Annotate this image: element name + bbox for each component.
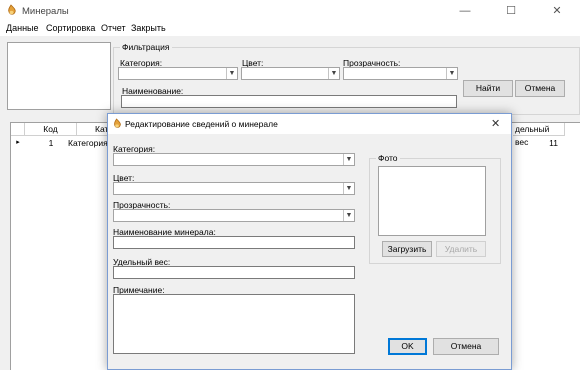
load-photo-button[interactable]: Загрузить: [382, 241, 432, 257]
window-title: Минералы: [22, 6, 69, 17]
maximize-button[interactable]: ☐: [488, 0, 534, 22]
chevron-down-icon: ▼: [226, 68, 237, 79]
dialog-ok-button[interactable]: OK: [388, 338, 427, 355]
grid-header-code[interactable]: Код: [25, 123, 77, 136]
filter-name-input[interactable]: [121, 95, 457, 108]
dialog-title-bar: Редактирование сведений о минерале ✕: [108, 114, 511, 134]
dialog-color-combo[interactable]: ▼: [113, 182, 355, 195]
close-button[interactable]: ✕: [534, 0, 580, 22]
menu-report[interactable]: Отчет: [101, 23, 126, 33]
dialog-app-icon: [114, 118, 121, 128]
dialog-photo-box: [378, 166, 486, 236]
find-button[interactable]: Найти: [463, 80, 513, 97]
dialog-specific-weight-input[interactable]: [113, 266, 355, 279]
delete-photo-button: Удалить: [436, 241, 486, 257]
dialog-mineral-name-input[interactable]: [113, 236, 355, 249]
filter-cancel-button[interactable]: Отмена: [515, 80, 565, 97]
app-icon: [8, 4, 16, 15]
filter-category-combo[interactable]: ▼: [118, 67, 238, 80]
edit-mineral-dialog: Редактирование сведений о минерале ✕ Кат…: [107, 113, 512, 370]
dialog-transparency-combo[interactable]: ▼: [113, 209, 355, 222]
filter-color-combo[interactable]: ▼: [241, 67, 340, 80]
dialog-title: Редактирование сведений о минерале: [125, 119, 278, 129]
chevron-down-icon: ▼: [446, 68, 457, 79]
dialog-cancel-button[interactable]: Отмена: [433, 338, 499, 355]
chevron-down-icon: ▼: [328, 68, 339, 79]
chevron-down-icon: ▼: [343, 154, 354, 165]
chevron-down-icon: ▼: [343, 210, 354, 221]
dialog-photo-group-title: Фото: [376, 153, 400, 163]
menu-bar: Данные Сортировка Отчет Закрыть: [0, 22, 580, 36]
menu-data[interactable]: Данные: [6, 23, 39, 33]
main-title-bar: Минералы — ☐ ✕: [0, 0, 580, 22]
menu-close[interactable]: Закрыть: [131, 23, 166, 33]
grid-header-weight[interactable]: дельный вес: [513, 123, 565, 147]
dialog-note-textarea[interactable]: [113, 294, 355, 354]
main-photo-box: [7, 42, 111, 110]
chevron-down-icon: ▼: [343, 183, 354, 194]
minimize-button[interactable]: —: [442, 0, 488, 22]
grid-cell-weight[interactable]: 11: [513, 137, 558, 149]
filter-transparency-combo[interactable]: ▼: [343, 67, 458, 80]
menu-sorting[interactable]: Сортировка: [46, 23, 95, 33]
dialog-category-combo[interactable]: ▼: [113, 153, 355, 166]
dialog-close-button[interactable]: ✕: [491, 117, 500, 130]
filter-group-title: Фильтрация: [120, 42, 172, 52]
current-row-arrow-icon: ▸: [16, 139, 20, 146]
grid-row-header-corner: [11, 123, 25, 136]
